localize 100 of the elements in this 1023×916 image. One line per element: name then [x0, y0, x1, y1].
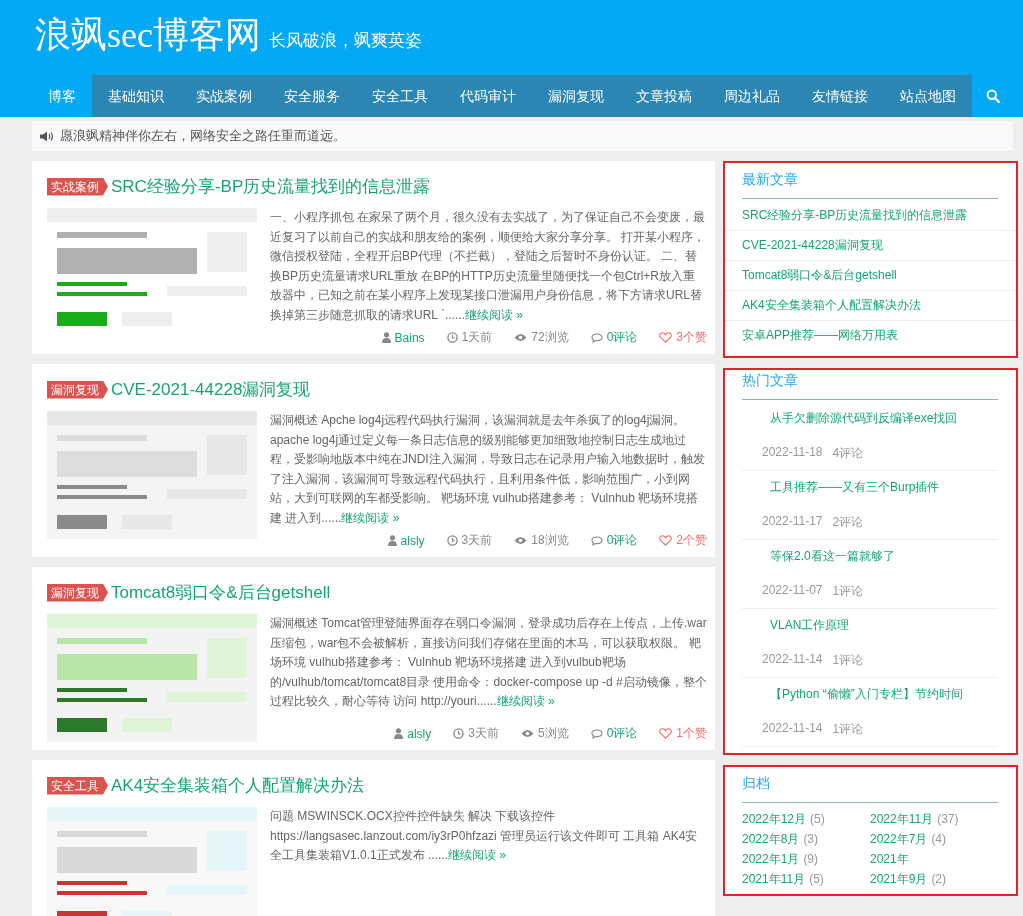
post-title-link[interactable]: SRC经验分享-BP历史流量找到的信息泄露 — [111, 175, 431, 198]
article-link[interactable]: VLAN工作原理 — [762, 617, 998, 634]
view-count: 72浏览 — [514, 329, 569, 346]
post-time: 3天前 — [453, 725, 499, 742]
nav-item[interactable]: 漏洞复现 — [532, 75, 620, 117]
post-count: (9) — [803, 852, 819, 866]
comment-link[interactable]: 0评论 — [590, 725, 638, 742]
read-more-link[interactable]: 继续阅读 » — [448, 848, 507, 862]
eye-icon — [514, 333, 528, 342]
user-icon — [387, 535, 397, 546]
post-count: (2) — [931, 872, 947, 886]
post-date: 2022-11-18 — [762, 445, 823, 461]
nav-item[interactable]: 代码审计 — [444, 75, 532, 117]
view-count: 18浏览 — [514, 532, 569, 549]
post-excerpt: 漏洞概述 Apche log4j远程代码执行漏洞，该漏洞就是去年杀疯了的log4j漏洞。 apache log4j通过定义每一条日志信息的级别能够更加细致地控制日志生成地过程，受影响地版本中纯在JNDI注入漏洞，导致日志在记录用户输入地数据时，触发了注入漏洞，该漏洞可导致远程代码执行，且利用条件低，影响范围广，小到网站，大到可联网的车都受影响。 靶场环境 vulhub搭建参考： Vulnhub 靶场环境搭建 进入到......继续阅读 » — [270, 412, 706, 527]
category-tag[interactable]: 漏洞复现 — [47, 583, 108, 602]
heart-icon — [659, 535, 673, 546]
author-link[interactable]: alsly — [387, 532, 425, 549]
nav-item[interactable]: 站点地图 — [884, 75, 972, 117]
post-excerpt: 问题 MSWINSCK.OCX控件控件缺失 解决 下载该控件 https://langsasec.lanzout.com/iy3rP0hfzazi 管理员运行该文件即可 工具箱 AK4安全工具集装箱V1.0.1正式发布 ......继续阅读 » — [270, 808, 699, 864]
clock-icon — [446, 332, 458, 343]
heart-icon — [659, 332, 673, 343]
nav-item[interactable]: 安全工具 — [356, 75, 444, 117]
comment-count: 1评论 — [832, 583, 864, 600]
post-count: (5) — [809, 872, 824, 886]
post-date: 2022-11-17 — [762, 514, 823, 530]
article-link[interactable]: Tomcat8弱口令&后台getshell — [725, 261, 1016, 291]
nav-item[interactable]: 友情链接 — [796, 75, 884, 117]
widget-title: 热门文章 — [742, 372, 998, 400]
nav-item[interactable]: 安全服务 — [268, 75, 356, 117]
archive-link[interactable]: 2021年11月 — [742, 872, 806, 886]
post-count: (37) — [937, 812, 959, 826]
heart-icon — [659, 728, 673, 739]
user-icon — [381, 332, 391, 343]
comment-count: 2评论 — [832, 514, 864, 531]
post-count: (3) — [803, 832, 819, 846]
author-link[interactable]: alsly — [394, 725, 432, 742]
like-button[interactable]: 1个赞 — [659, 725, 707, 742]
archive-link[interactable]: 2021年 — [870, 852, 909, 866]
article-link[interactable]: 【Python “偷懒”入门专栏】节约时间 — [762, 686, 998, 703]
site-slogan: 长风破浪，飒爽英姿 — [268, 30, 422, 52]
article-link[interactable]: SRC经验分享-BP历史流量找到的信息泄露 — [725, 201, 1016, 231]
post-title-link[interactable]: CVE-2021-44228漏洞复现 — [111, 378, 311, 401]
notice-text: 愿浪飒精神伴你左右，网络安全之路任重而道远。 — [60, 127, 346, 145]
search-icon — [985, 89, 1000, 103]
post-time: 1天前 — [446, 329, 493, 346]
comment-count: 1评论 — [832, 652, 864, 669]
widget-title: 最新文章 — [742, 171, 998, 199]
comment-icon — [590, 728, 603, 739]
nav-item[interactable]: 周边礼品 — [708, 75, 796, 117]
post-count: (5) — [810, 812, 825, 826]
archive-link[interactable]: 2022年11月 — [870, 812, 934, 826]
nav-item[interactable]: 博客 — [32, 75, 92, 117]
archive-link[interactable]: 2022年1月 — [742, 852, 800, 866]
article-link[interactable]: 工具推荐——又有三个Burp插件 — [762, 479, 998, 496]
post-time: 3天前 — [446, 532, 493, 549]
nav-item[interactable]: 基础知识 — [92, 75, 180, 117]
article-link[interactable]: 安卓APP推荐——网络万用表 — [725, 321, 1016, 350]
widget-title: 归档 — [742, 775, 998, 803]
archive-link[interactable]: 2021年9月 — [870, 872, 928, 886]
comment-count: 1评论 — [832, 721, 864, 738]
user-icon — [394, 728, 404, 739]
clock-icon — [453, 728, 465, 739]
post-date: 2022-11-14 — [762, 721, 823, 737]
archive-link[interactable]: 2022年7月 — [870, 832, 928, 846]
post-count: (4) — [931, 832, 947, 846]
comment-link[interactable]: 0评论 — [590, 532, 638, 549]
article-link[interactable]: 等保2.0看这一篇就够了 — [762, 548, 998, 565]
eye-icon — [514, 536, 528, 545]
category-tag[interactable]: 安全工具 — [47, 776, 108, 795]
post-title-link[interactable]: AK4安全集装箱个人配置解决办法 — [111, 774, 365, 797]
clock-icon — [446, 535, 458, 546]
post-title-link[interactable]: Tomcat8弱口令&后台getshell — [111, 581, 331, 604]
post-date: 2022-11-07 — [762, 583, 823, 599]
site-title[interactable]: 浪飒sec博客网 — [35, 12, 261, 58]
comment-link[interactable]: 0评论 — [590, 329, 638, 346]
post-excerpt: 漏洞概述 Tomcat管理登陆界面存在弱口令漏洞，登录成功后存在上传点，上传.war压缩包，war包不会被解析，直接访问我们存储在里面的木马，可以获取权限。 靶场环境 vulhub搭建参考： Vulnhub 靶场环境搭建 进入到vulbub靶场的/vulhub/tomcat/tomcat8目录 使用命令：docker-compose up -d #启动镜像，整个过程比较久，耐心等待 访问 http://youri......继续阅读 » — [270, 615, 707, 710]
nav-item[interactable]: 实战案例 — [180, 75, 268, 117]
read-more-link[interactable]: 继续阅读 » — [464, 307, 523, 322]
category-tag[interactable]: 漏洞复现 — [47, 380, 108, 399]
comment-icon — [590, 535, 603, 546]
article-link[interactable]: AK4安全集装箱个人配置解决办法 — [725, 291, 1016, 321]
eye-icon — [520, 729, 534, 738]
like-button[interactable]: 2个赞 — [659, 532, 707, 549]
like-button[interactable]: 3个赞 — [659, 329, 707, 346]
post-excerpt: 一、小程序抓包 在家呆了两个月，很久没有去实战了，为了保证自己不会变废，最近复习了以前自己的实战和朋友给的案例，顺便给大家分享分享。 打开某小程序，微信授权登陆，全程开启BP代理（不拦截），登陆之后暂时不身份认证。 二、替换BP历史流量请求URL重放 在BP的HTTP历史流量里随便找一个包Ctrl+R放入重放器中，已知之前在某小程序上发现某接口泄漏用户身份信息，将下方请求URL替换掉第三步随意抓取的请求URL `......继续阅读 » — [270, 209, 707, 324]
comment-icon — [590, 332, 603, 343]
archive-link[interactable]: 2022年8月 — [742, 832, 800, 846]
nav-item[interactable]: 文章投稿 — [620, 75, 708, 117]
read-more-link[interactable]: 继续阅读 » — [341, 510, 400, 525]
archive-link[interactable]: 2022年12月 — [742, 812, 807, 826]
article-link[interactable]: 从手欠删除源代码到反编译exe找回 — [762, 410, 998, 427]
read-more-link[interactable]: 继续阅读 » — [496, 694, 555, 708]
category-tag[interactable]: 实战案例 — [47, 177, 108, 196]
author-link[interactable]: Bains — [381, 329, 425, 346]
comment-count: 4评论 — [832, 445, 864, 462]
speaker-icon — [40, 130, 54, 142]
article-link[interactable]: CVE-2021-44228漏洞复现 — [725, 231, 1016, 261]
view-count: 5浏览 — [520, 725, 569, 742]
post-date: 2022-11-14 — [762, 652, 823, 668]
